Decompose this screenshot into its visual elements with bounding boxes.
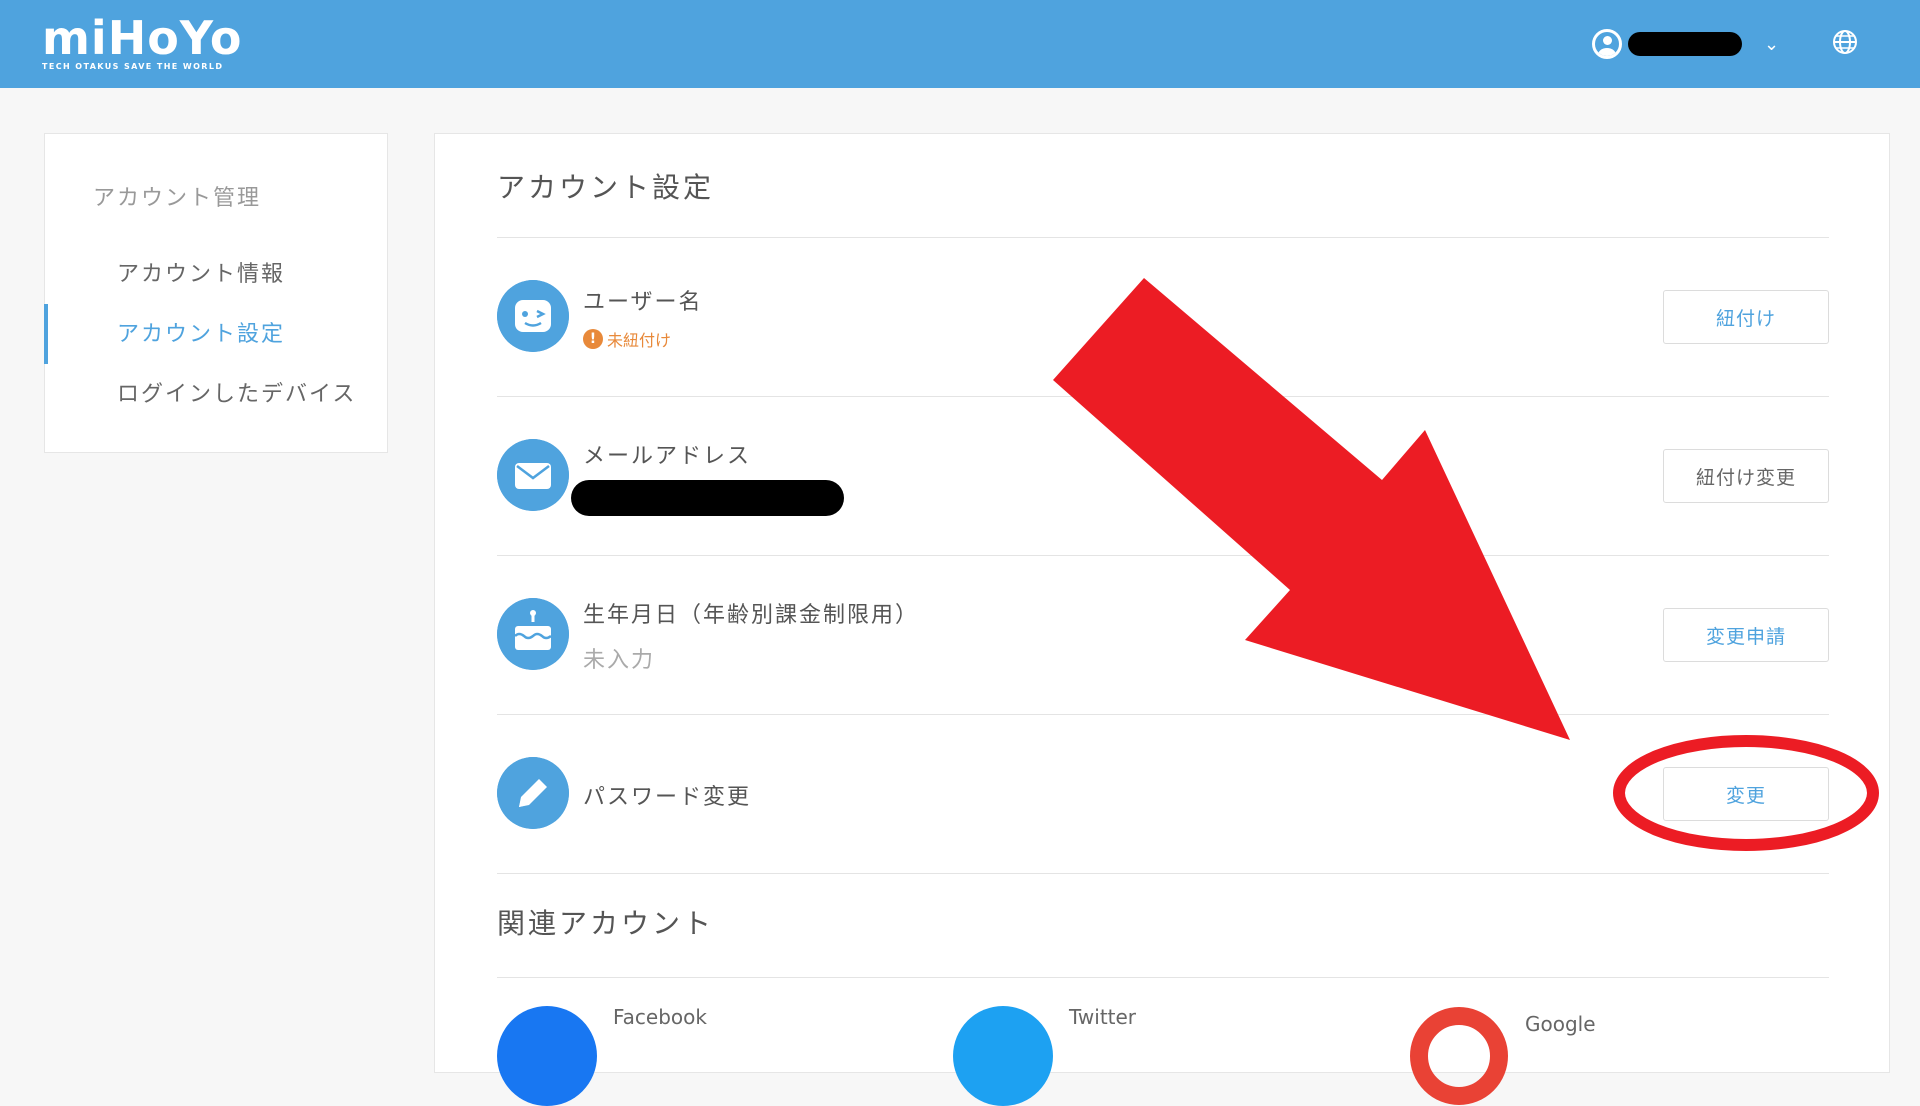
main-panel: アカウント設定 ユーザー名 ! 未紐付け 紐付け メールアドレス 紐付け変更 生…	[434, 133, 1890, 1106]
facebook-label: Facebook	[613, 1005, 707, 1029]
sidebar-item-account-settings[interactable]: アカウント設定	[117, 316, 285, 348]
divider	[497, 237, 1829, 238]
redacted-email	[571, 480, 844, 516]
sidebar-item-login-devices[interactable]: ログインしたデバイス	[117, 376, 356, 408]
sidebar: アカウント管理 アカウント情報 アカウント設定 ログインしたデバイス	[44, 133, 388, 453]
twitter-label: Twitter	[1069, 1005, 1137, 1029]
google-label: Google	[1525, 1012, 1596, 1036]
birthday-value: 未入力	[583, 648, 656, 673]
password-change-label: パスワード変更	[583, 785, 752, 810]
change-password-button[interactable]: 変更	[1663, 767, 1829, 821]
chevron-down-icon: ⌄	[1764, 33, 1780, 55]
logo-text: miHoYo	[42, 11, 243, 65]
unlinked-status: ! 未紐付け	[583, 327, 671, 351]
request-change-button[interactable]: 変更申請	[1663, 608, 1829, 662]
page-title: アカウント設定	[497, 171, 715, 204]
face-icon	[497, 280, 569, 352]
redacted-username	[1628, 32, 1742, 56]
pencil-icon	[497, 757, 569, 829]
divider	[497, 714, 1829, 715]
facebook-icon[interactable]	[497, 1006, 597, 1106]
top-bar: miHoYo TECH OTAKUS SAVE THE WORLD ⌄	[0, 0, 1920, 88]
sidebar-item-account-info[interactable]: アカウント情報	[117, 256, 285, 288]
active-indicator	[44, 304, 48, 364]
globe-icon[interactable]	[1832, 29, 1858, 55]
mihoyo-logo[interactable]: miHoYo TECH OTAKUS SAVE THE WORLD	[42, 12, 243, 71]
divider	[497, 977, 1829, 978]
unlinked-status-text: 未紐付け	[607, 331, 672, 350]
email-label: メールアドレス	[583, 444, 752, 469]
birthday-label: 生年月日（年齢別課金制限用）	[583, 603, 920, 628]
change-email-link-button[interactable]: 紐付け変更	[1663, 449, 1829, 503]
sidebar-title: アカウント管理	[93, 186, 262, 211]
user-avatar-icon	[1592, 29, 1622, 59]
google-icon[interactable]	[1409, 1006, 1509, 1106]
twitter-icon[interactable]	[953, 1006, 1053, 1106]
divider	[497, 873, 1829, 874]
logo-tagline: TECH OTAKUS SAVE THE WORLD	[42, 62, 224, 71]
mail-icon	[497, 439, 569, 511]
divider	[497, 555, 1829, 556]
warning-icon: !	[583, 329, 603, 349]
divider	[497, 396, 1829, 397]
link-username-button[interactable]: 紐付け	[1663, 290, 1829, 344]
cake-icon	[497, 598, 569, 670]
linked-accounts-title: 関連アカウント	[497, 907, 715, 940]
user-menu[interactable]: ⌄	[1592, 26, 1779, 62]
username-label: ユーザー名	[583, 290, 703, 315]
